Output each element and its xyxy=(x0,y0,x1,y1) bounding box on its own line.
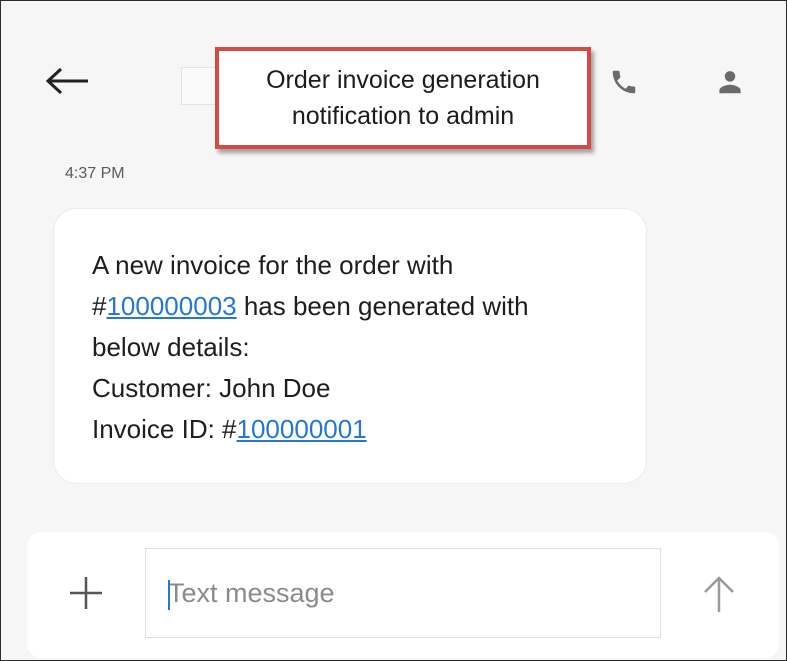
text-cursor xyxy=(168,580,170,610)
incoming-message-bubble[interactable]: A new invoice for the order with #100000… xyxy=(53,208,647,484)
message-timestamp: 4:37 PM xyxy=(65,165,125,182)
back-button[interactable] xyxy=(39,57,95,105)
phone-icon xyxy=(612,70,636,94)
top-app-bar: Order invoice generation notification to… xyxy=(1,1,786,151)
message-line-5: Invoice ID: #100000001 xyxy=(92,409,626,450)
order-number-link[interactable]: 100000003 xyxy=(106,291,236,321)
arrow-left-icon xyxy=(45,67,88,95)
arrow-up-icon xyxy=(704,576,734,612)
add-attachment-button[interactable] xyxy=(63,570,109,616)
invoice-label: Invoice ID: # xyxy=(92,414,237,444)
message-line-3: below details: xyxy=(92,332,250,362)
send-button[interactable] xyxy=(695,570,743,618)
callout-line-1: Order invoice generation xyxy=(266,66,540,94)
text-message-input[interactable] xyxy=(145,548,661,638)
message-line-4: Customer: John Doe xyxy=(92,373,331,403)
person-icon xyxy=(719,71,741,94)
invoice-number-link[interactable]: 100000001 xyxy=(237,414,367,444)
message-composer xyxy=(27,532,779,658)
order-hash: # xyxy=(92,291,107,321)
call-button[interactable] xyxy=(599,59,649,105)
messaging-screen: Order invoice generation notification to… xyxy=(0,0,787,661)
plus-icon xyxy=(70,577,102,609)
callout-line-2: notification to admin xyxy=(291,102,515,130)
message-line-2: #100000003 has been generated with xyxy=(92,286,626,327)
message-line-1: A new invoice for the order with xyxy=(92,250,454,280)
message-line-2-text: has been generated with xyxy=(236,291,529,321)
contact-info-button[interactable] xyxy=(705,59,755,105)
annotation-callout: Order invoice generation notification to… xyxy=(215,47,591,149)
